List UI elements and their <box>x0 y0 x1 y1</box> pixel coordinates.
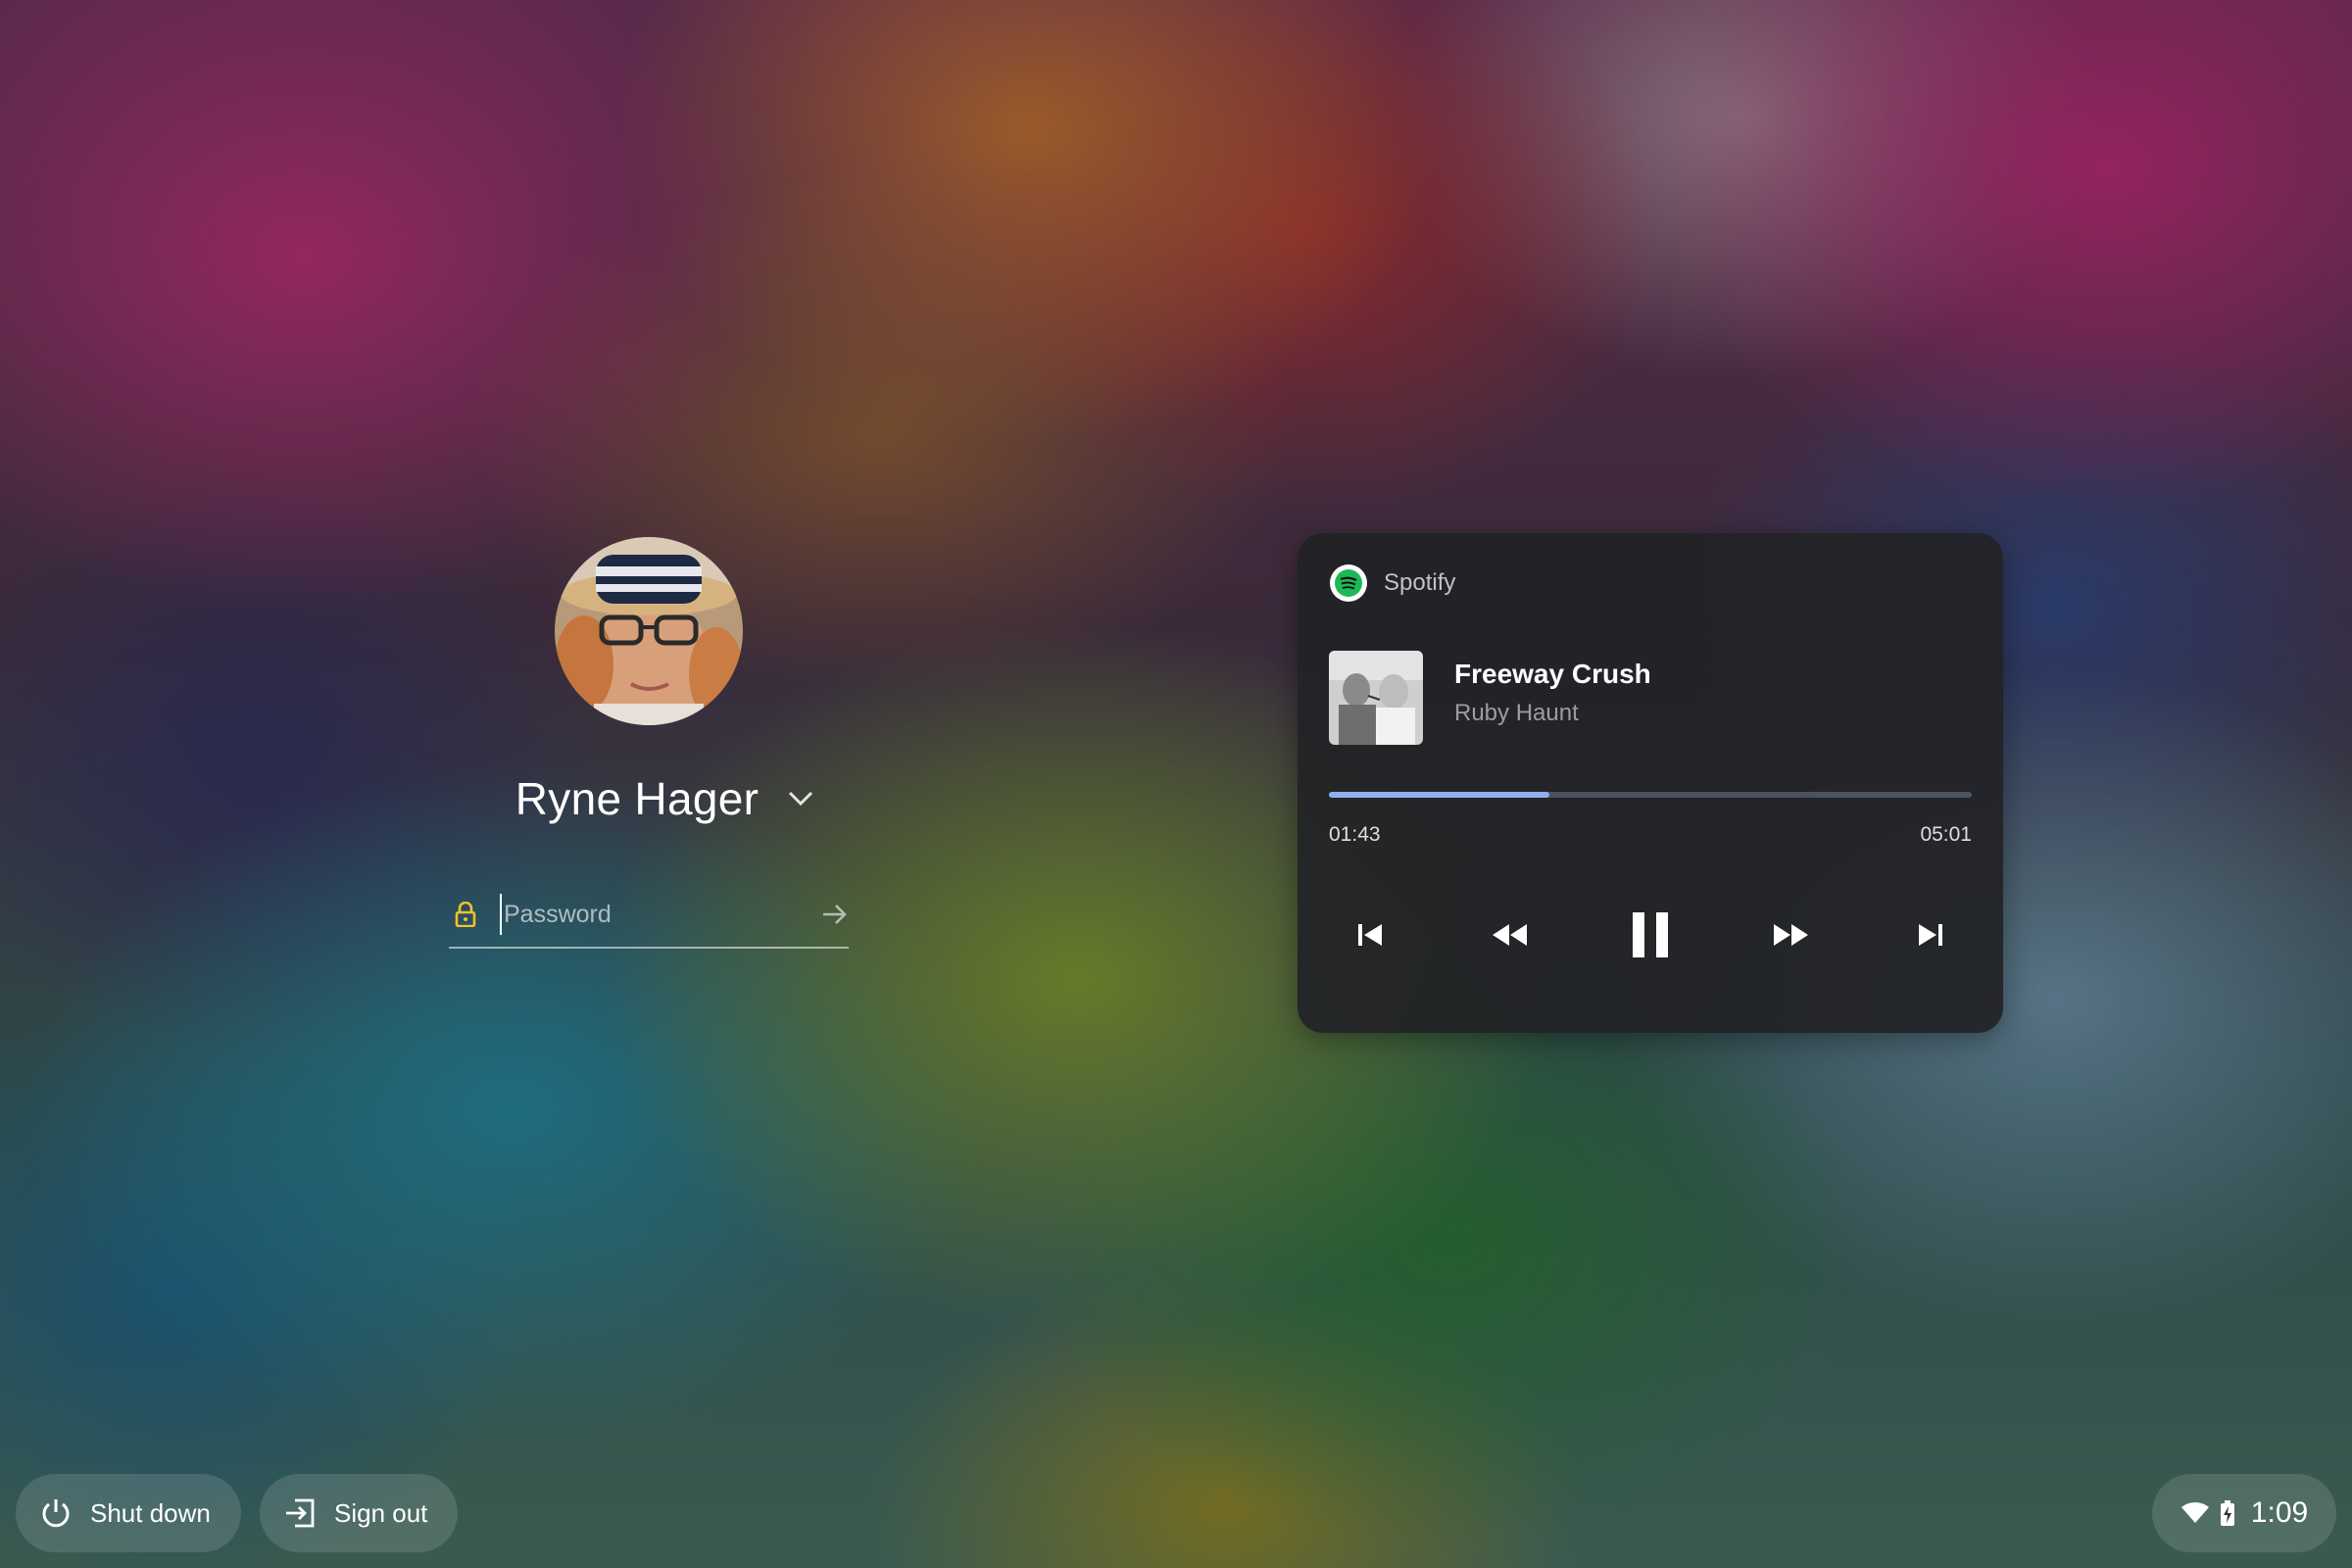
battery-charging-icon <box>2220 1500 2234 1526</box>
user-avatar[interactable] <box>555 537 743 725</box>
sign-out-icon <box>281 1494 318 1532</box>
status-area[interactable]: 1:09 <box>2152 1474 2336 1552</box>
track-title: Freeway Crush <box>1454 659 1651 689</box>
pause-icon <box>1633 912 1668 957</box>
fast-forward-icon <box>1774 924 1808 946</box>
shut-down-label: Shut down <box>90 1497 211 1528</box>
sign-out-label: Sign out <box>334 1497 428 1528</box>
previous-track-icon <box>1358 924 1382 946</box>
elapsed-time: 01:43 <box>1329 823 1381 846</box>
pause-button[interactable] <box>1609 894 1691 976</box>
chevron-down-icon[interactable] <box>784 782 817 815</box>
playback-controls <box>1329 886 1972 984</box>
arrow-right-icon[interactable] <box>821 897 849 932</box>
total-duration: 05:01 <box>1920 823 1972 846</box>
media-controls-card: Spotify Freeway Crush Ruby Haunt 01:43 0… <box>1298 533 2003 1033</box>
fast-forward-button[interactable] <box>1749 894 1832 976</box>
user-name: Ryne Hager <box>514 773 760 824</box>
next-track-button[interactable] <box>1889 894 1972 976</box>
password-input[interactable] <box>500 894 821 935</box>
lock-icon <box>455 900 476 929</box>
rewind-icon <box>1493 924 1527 946</box>
shut-down-button[interactable]: Shut down <box>16 1474 241 1552</box>
spotify-icon <box>1330 564 1367 602</box>
previous-track-button[interactable] <box>1329 894 1411 976</box>
next-track-icon <box>1919 924 1942 946</box>
sign-out-button[interactable]: Sign out <box>260 1474 458 1552</box>
media-app-header: Spotify <box>1329 563 1455 604</box>
power-icon <box>37 1494 74 1532</box>
avatar-photo <box>555 537 743 725</box>
album-art <box>1329 651 1423 745</box>
track-artist: Ruby Haunt <box>1454 700 1579 726</box>
wifi-icon <box>2180 1501 2209 1523</box>
password-field[interactable] <box>449 882 849 949</box>
rewind-button[interactable] <box>1469 894 1551 976</box>
media-app-name: Spotify <box>1384 569 1456 596</box>
progress-fill <box>1329 792 1549 798</box>
user-selector[interactable]: Ryne Hager <box>470 764 862 833</box>
clock: 1:09 <box>2250 1496 2309 1529</box>
progress-bar[interactable] <box>1329 792 1972 798</box>
